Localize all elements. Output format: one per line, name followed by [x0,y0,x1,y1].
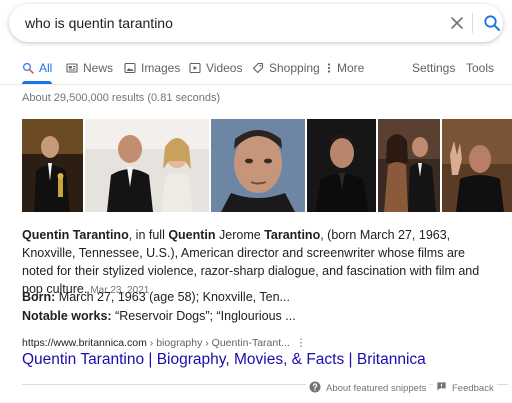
citation-path: › biography › Quentin-Tarant... [146,337,290,349]
tab-more[interactable]: More [326,52,364,84]
footer-divider [22,384,278,385]
clear-search-icon[interactable] [449,15,465,31]
snippet-highlight: Quentin [168,228,216,242]
result-title-link[interactable]: Quentin Tarantino | Biography, Movies, &… [22,351,426,369]
about-snippets-label: About featured snippets [326,383,427,394]
tab-label: Shopping [269,61,320,75]
image-icon [124,62,136,74]
snippet-highlight: Tarantino [264,228,321,242]
tab-label: More [337,61,365,75]
help-icon [309,381,321,396]
about-featured-snippets-link[interactable]: About featured snippets [306,381,430,396]
image-thumbnail[interactable] [378,119,440,212]
fact-key: Notable works: [22,309,112,323]
news-icon [66,62,78,74]
image-thumbnail[interactable] [442,119,512,212]
snippet-text: Jerome [215,228,265,242]
search-divider [472,13,473,33]
tools-link[interactable]: Tools [466,52,494,84]
settings-link[interactable]: Settings [412,52,455,84]
tab-label: All [39,61,53,75]
fact-born: Born: March 27, 1963 (age 58); Knoxville… [22,290,290,304]
search-bar [9,4,503,42]
citation-domain: https://www.britannica.com [22,337,147,349]
tab-label: News [83,61,114,75]
search-icon[interactable] [483,14,501,32]
search-input[interactable] [25,4,425,42]
video-icon [189,62,201,74]
fact-value: “Reservoir Dogs”; “Inglourious ... [111,309,296,323]
snippet-entity: Quentin Tarantino [22,228,129,242]
image-thumbnail[interactable] [211,119,305,212]
tab-images[interactable]: Images [124,52,180,84]
feedback-icon [436,381,447,395]
settings-label: Settings [412,61,456,75]
tab-shopping[interactable]: Shopping [252,52,320,84]
fact-value: March 27, 1963 (age 58); Knoxville, Ten.… [55,290,290,304]
snippet-text: , in full [128,228,169,242]
search-tabs: All News Images Videos Shopping More Set… [0,52,512,84]
image-thumbnail[interactable] [22,119,83,212]
image-thumbnail[interactable] [307,119,376,212]
result-stats: About 29,500,000 results (0.81 seconds) [22,92,221,104]
tab-label: Images [141,61,181,75]
fact-notable-works: Notable works: “Reservoir Dogs”; “Inglou… [22,309,296,323]
featured-snippet-text: Quentin Tarantino, in full Quentin Jerom… [22,226,498,300]
tools-label: Tools [466,61,495,75]
image-strip [22,119,512,212]
tab-label: Videos [206,61,243,75]
image-thumbnail[interactable] [85,119,209,212]
tabs-divider [0,84,512,85]
feedback-label: Feedback [452,382,494,394]
result-citation: https://www.britannica.com › biography ›… [22,337,306,349]
result-menu-icon[interactable]: ⋮ [296,337,307,349]
search-icon [22,62,34,74]
tab-videos[interactable]: Videos [189,52,242,84]
tag-icon [252,62,264,74]
tab-news[interactable]: News [66,52,113,84]
fact-key: Born: [22,290,56,304]
more-vert-icon [326,62,332,74]
feedback-link[interactable]: Feedback [433,381,497,395]
tab-all[interactable]: All [22,52,52,84]
